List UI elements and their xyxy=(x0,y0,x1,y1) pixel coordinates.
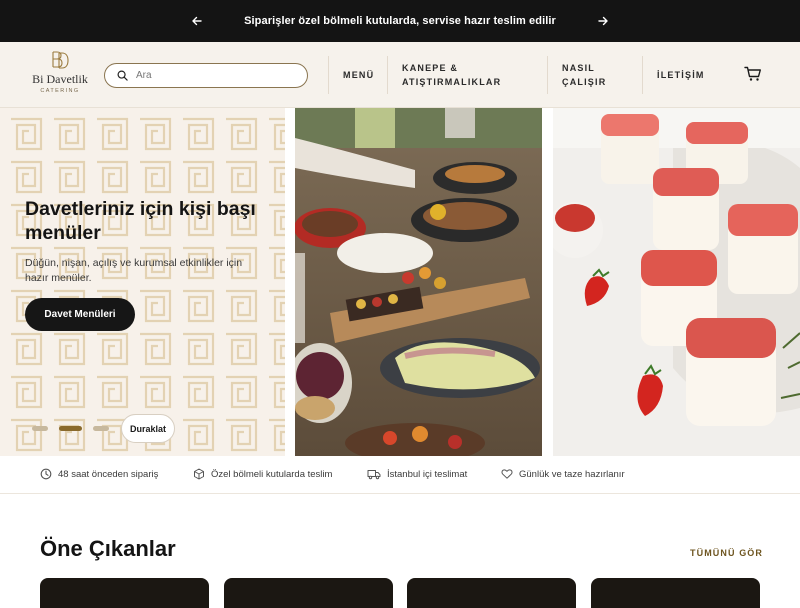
nav-divider xyxy=(387,56,388,94)
nav-item-menu-label: MENÜ xyxy=(343,70,375,80)
nav-item-how-it-works[interactable]: NASIL ÇALIŞIR xyxy=(562,42,606,108)
hero-title: Davetleriniz için kişi başı menüler xyxy=(25,198,256,244)
logo-subtitle: CATERING xyxy=(40,88,80,94)
product-card[interactable] xyxy=(224,578,393,608)
hero-image-desserts xyxy=(553,108,800,456)
search-input[interactable] xyxy=(136,70,296,81)
box-icon xyxy=(194,468,204,480)
product-card[interactable] xyxy=(591,578,760,608)
arrow-right-icon[interactable] xyxy=(593,11,613,31)
feature-item: Özel bölmeli kutularda teslim xyxy=(193,468,332,480)
nav-item-menu[interactable]: MENÜ xyxy=(343,42,374,108)
nav-item-canapes[interactable]: KANEPE & ATIŞTIRMALIKLAR xyxy=(402,42,501,108)
product-card[interactable] xyxy=(40,578,209,608)
cart-icon[interactable] xyxy=(744,66,764,84)
hero-panel: Davetleriniz için kişi başı menüler Düğü… xyxy=(0,108,285,456)
hero-image-table-spread xyxy=(295,108,542,456)
logo-monogram-icon xyxy=(52,51,69,69)
feature-text: 48 saat önceden sipariş xyxy=(58,468,159,480)
feature-text: Özel bölmeli kutularda teslim xyxy=(211,468,333,480)
feature-item: 48 saat önceden sipariş xyxy=(40,468,158,480)
nav-divider xyxy=(328,56,329,94)
logo[interactable]: Bi Davetlik CATERING xyxy=(28,50,92,102)
product-card[interactable] xyxy=(407,578,576,608)
nav-item-canapes-label-1: KANEPE & xyxy=(402,63,459,73)
heart-icon xyxy=(501,469,513,479)
search-box[interactable] xyxy=(104,63,308,88)
feature-item: Günlük ve taze hazırlanır xyxy=(501,468,625,480)
nav-divider xyxy=(642,56,643,94)
feature-text: Günlük ve taze hazırlanır xyxy=(519,468,625,480)
see-all-link[interactable]: TÜMÜNÜ GÖR xyxy=(690,548,763,558)
nav-item-contact-label: İLETİŞİM xyxy=(657,70,705,80)
section-title: Öne Çıkanlar xyxy=(40,536,176,561)
slide-dot-1[interactable] xyxy=(32,426,48,431)
hero-cta-button[interactable]: Davet Menüleri xyxy=(25,298,135,331)
feature-text: İstanbul içi teslimat xyxy=(387,468,468,480)
clock-icon xyxy=(40,468,52,480)
arrow-left-icon[interactable] xyxy=(187,11,207,31)
announcement-message: Siparişler özel bölmeli kutularda, servi… xyxy=(244,15,556,27)
feature-item: İstanbul içi teslimat xyxy=(367,468,467,480)
hero-description: Düğün, nişan, açılış ve kurumsal etkinli… xyxy=(25,257,243,284)
nav-divider xyxy=(547,56,548,94)
nav-item-how-label-2: ÇALIŞIR xyxy=(562,77,607,87)
slide-dot-2[interactable] xyxy=(59,426,82,431)
nav-item-how-label-1: NASIL xyxy=(562,63,595,73)
truck-icon xyxy=(367,470,381,480)
feature-strip: 48 saat önceden sipariş Özel bölmeli kut… xyxy=(0,456,800,494)
pause-button[interactable]: Duraklat xyxy=(121,414,175,443)
search-icon xyxy=(117,70,128,81)
slide-dot-3[interactable] xyxy=(93,426,109,431)
site-header: Bi Davetlik CATERING MENÜ KANEPE & ATIŞT… xyxy=(0,42,800,108)
nav-item-contact[interactable]: İLETİŞİM xyxy=(657,42,705,108)
logo-brand: Bi Davetlik xyxy=(32,72,88,86)
nav-item-canapes-label-2: ATIŞTIRMALIKLAR xyxy=(402,77,502,87)
announcement-bar: Siparişler özel bölmeli kutularda, servi… xyxy=(0,0,800,42)
